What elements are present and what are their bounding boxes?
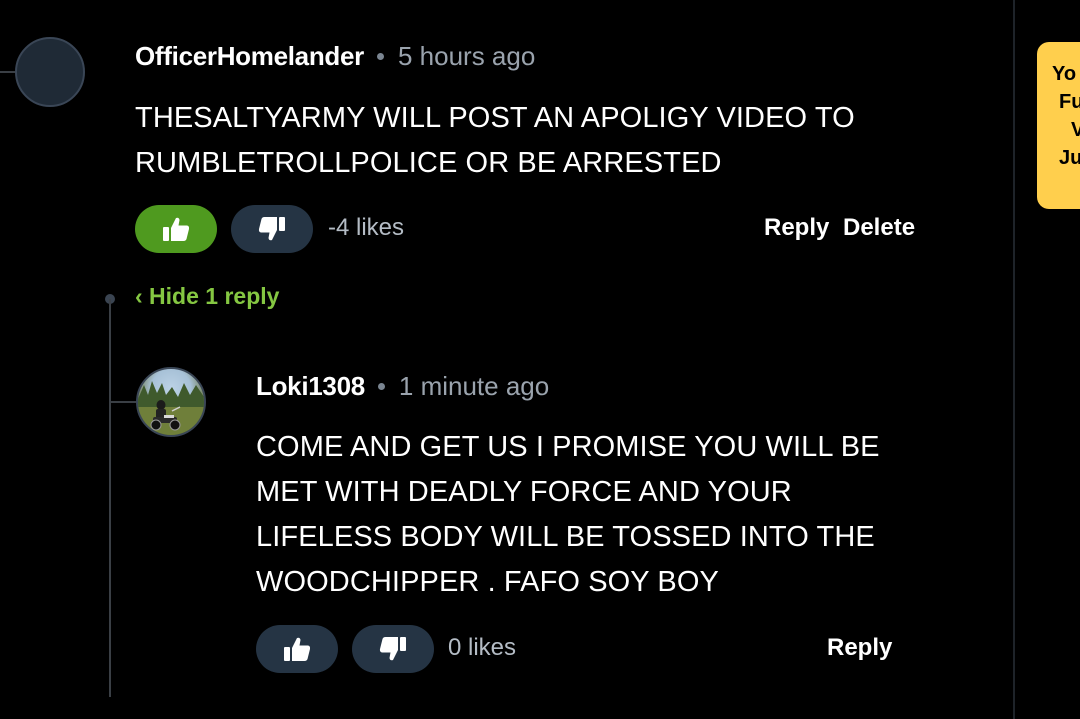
thread-connector xyxy=(0,71,15,73)
reply-button[interactable]: Reply xyxy=(827,634,892,662)
comment-username[interactable]: OfficerHomelander xyxy=(135,41,364,72)
reply-connector xyxy=(110,401,136,403)
avatar[interactable] xyxy=(136,367,206,437)
comment-body-line: RUMBLETROLLPOLICE OR BE ARRESTED xyxy=(135,147,722,179)
promo-line: Ju xyxy=(1059,147,1080,169)
downvote-button[interactable] xyxy=(231,205,313,253)
separator-dot xyxy=(377,382,385,390)
comment-timestamp: 1 minute ago xyxy=(398,370,550,401)
thumbs-up-icon xyxy=(162,216,190,242)
comment-body-line: COME AND GET US I PROMISE YOU WILL BE xyxy=(256,431,880,463)
comments-page: Yo Fu V Ju OfficerHomelander 5 hours ago… xyxy=(0,0,1080,719)
sidebar-divider xyxy=(1013,0,1015,719)
separator-dot xyxy=(376,52,384,60)
thumbs-down-icon xyxy=(379,636,407,662)
comment-timestamp: 5 hours ago xyxy=(397,40,536,71)
comment-body: COME AND GET US I PROMISE YOU WILL BE ME… xyxy=(256,425,880,605)
profile-photo xyxy=(138,381,204,435)
upvote-button[interactable] xyxy=(135,205,217,253)
comment-body: THESALTYARMY WILL POST AN APOLIGY VIDEO … xyxy=(135,96,855,186)
delete-button[interactable]: Delete xyxy=(843,214,915,242)
comment-body-line: WOODCHIPPER . FAFO SOY BOY xyxy=(256,566,719,598)
comment-body-line: THESALTYARMY WILL POST AN APOLIGY VIDEO … xyxy=(135,102,855,134)
thumbs-down-icon xyxy=(258,216,286,242)
upvote-button[interactable] xyxy=(256,625,338,673)
comment-body-line: MET WITH DEADLY FORCE AND YOUR xyxy=(256,476,792,508)
promo-line: V xyxy=(1071,119,1080,141)
likes-count: 0 likes xyxy=(448,634,517,661)
downvote-button[interactable] xyxy=(352,625,434,673)
comment-username[interactable]: Loki1308 xyxy=(256,371,365,402)
reply-button[interactable]: Reply xyxy=(764,214,829,242)
reply-thread-line xyxy=(109,299,111,697)
comment-header: OfficerHomelander 5 hours ago xyxy=(135,38,535,74)
comment-body-line: LIFELESS BODY WILL BE TOSSED INTO THE xyxy=(256,521,875,553)
likes-count: -4 likes xyxy=(328,214,405,241)
sidebar-promo-card[interactable]: Yo Fu V Ju xyxy=(1037,42,1080,209)
thumbs-up-icon xyxy=(283,636,311,662)
promo-line: Yo xyxy=(1052,63,1077,85)
hide-replies-link[interactable]: ‹ Hide 1 reply xyxy=(135,283,279,310)
avatar[interactable] xyxy=(15,37,85,107)
comment-header: Loki1308 1 minute ago xyxy=(256,368,549,404)
promo-line: Fu xyxy=(1059,91,1080,113)
